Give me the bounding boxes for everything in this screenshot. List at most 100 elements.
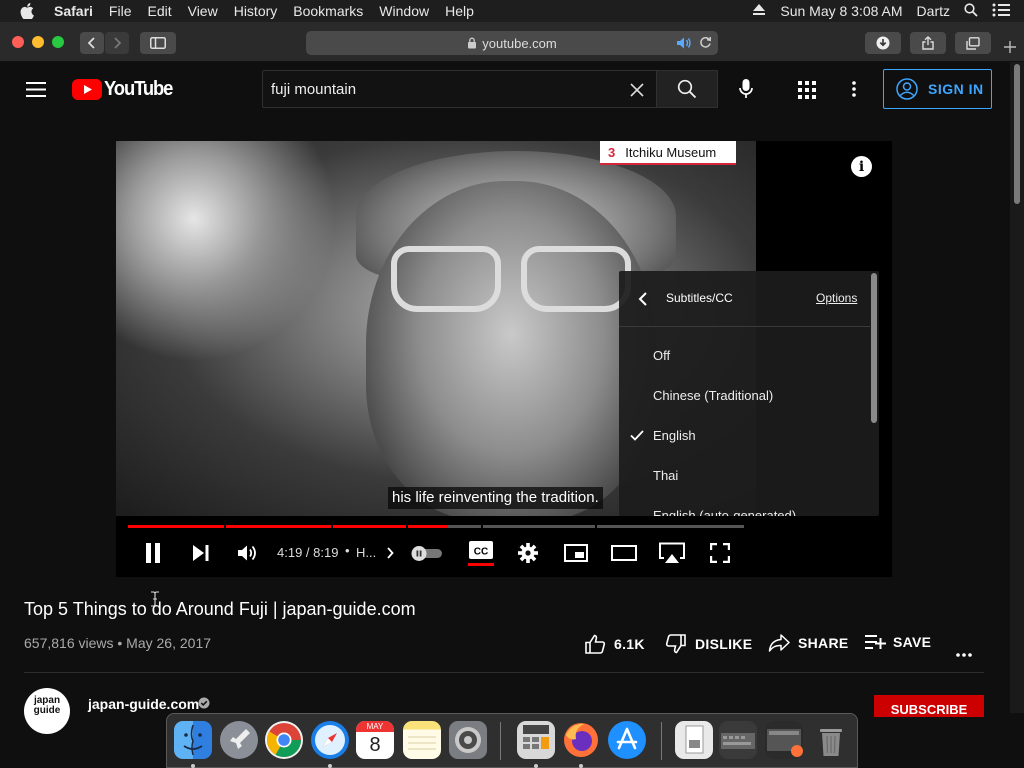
autoplay-toggle[interactable]	[410, 540, 444, 566]
chrome-icon[interactable]	[265, 721, 303, 759]
subtitle-option-english[interactable]: English	[619, 415, 870, 455]
channel-avatar[interactable]: japan guide	[24, 688, 70, 734]
airplay-button[interactable]	[658, 540, 686, 566]
chapter-chevron-button[interactable]	[384, 540, 396, 566]
menu-help[interactable]: Help	[445, 3, 474, 19]
notes-icon[interactable]	[403, 721, 441, 759]
next-video-button[interactable]	[190, 540, 212, 566]
youtube-header: YouTube fuji mountain SIGN IN	[0, 62, 1010, 118]
subtitle-option-label: Thai	[653, 467, 679, 483]
apps-grid-button[interactable]	[798, 81, 816, 104]
channel-name[interactable]: japan-guide.com	[88, 696, 199, 712]
share-button[interactable]: SHARE	[768, 634, 849, 652]
download-icon	[876, 36, 890, 50]
subtitle-option-off[interactable]: Off	[619, 335, 870, 375]
back-button[interactable]	[80, 32, 104, 54]
clear-search-icon[interactable]	[630, 83, 644, 97]
dock-divider	[661, 722, 662, 760]
new-tab-button[interactable]	[1003, 40, 1017, 59]
subtitle-option-thai[interactable]: Thai	[619, 455, 870, 495]
screenshot-thumbnail-2[interactable]	[765, 721, 803, 759]
notification-center-icon[interactable]	[992, 3, 1010, 20]
more-settings-button[interactable]	[852, 81, 856, 102]
launchpad-icon[interactable]	[220, 721, 258, 759]
search-input[interactable]: fuji mountain	[262, 70, 656, 108]
chapter-title[interactable]: H...	[356, 545, 376, 560]
subtitles-menu-scrollbar[interactable]	[871, 273, 877, 423]
subscribe-button[interactable]: SUBSCRIBE	[874, 695, 984, 717]
apple-icon[interactable]	[20, 0, 40, 22]
address-bar[interactable]: youtube.com	[306, 31, 718, 55]
video-progress-bar[interactable]	[128, 525, 744, 528]
sidebar-toggle-button[interactable]	[140, 32, 176, 54]
page-scrollbar-thumb[interactable]	[1014, 64, 1020, 204]
menubar-clock[interactable]: Sun May 8 3:08 AM	[780, 3, 902, 19]
finder-icon[interactable]	[174, 721, 212, 759]
dislike-button[interactable]: DISLIKE	[665, 634, 752, 654]
theater-mode-button[interactable]	[611, 540, 637, 566]
tab-overview-button[interactable]	[955, 32, 991, 54]
video-foliage	[116, 141, 376, 401]
sign-in-button[interactable]: SIGN IN	[883, 69, 992, 109]
menu-edit[interactable]: Edit	[147, 3, 171, 19]
fullscreen-icon	[710, 543, 730, 563]
fullscreen-button[interactable]	[708, 540, 732, 566]
menu-view[interactable]: View	[188, 3, 218, 19]
video-glasses-right	[521, 246, 631, 312]
menu-history[interactable]: History	[234, 3, 278, 19]
safari-icon[interactable]	[311, 721, 349, 759]
subtitle-option-english-auto[interactable]: English (auto-generated)	[619, 495, 870, 517]
subtitles-active-indicator	[468, 562, 494, 566]
chapter-separator: •	[345, 543, 350, 558]
system-preferences-icon[interactable]	[449, 721, 487, 759]
search-button[interactable]	[656, 70, 718, 108]
youtube-logo[interactable]: YouTube	[72, 78, 178, 101]
subtitles-menu: Subtitles/CC Options Off Chinese (Tradit…	[619, 271, 879, 516]
menu-bookmarks[interactable]: Bookmarks	[293, 3, 363, 19]
menu-app-name[interactable]: Safari	[54, 3, 93, 19]
document-stack-icon[interactable]	[675, 721, 713, 759]
calendar-icon[interactable]: MAY 8	[356, 721, 394, 759]
back-chevron-icon[interactable]	[638, 292, 648, 306]
app-store-icon[interactable]	[608, 721, 646, 759]
calculator-icon[interactable]	[517, 721, 555, 759]
spotlight-icon[interactable]	[964, 2, 978, 20]
subtitles-options-link[interactable]: Options	[816, 291, 857, 305]
subtitles-button[interactable]: CC	[467, 540, 495, 566]
mute-button[interactable]	[236, 540, 260, 566]
youtube-play-logo-icon	[72, 79, 102, 100]
voice-search-button[interactable]	[739, 79, 753, 104]
chapter-marker	[481, 525, 483, 528]
settings-button[interactable]	[517, 540, 539, 566]
dislike-label: DISLIKE	[695, 636, 753, 652]
reload-icon[interactable]	[699, 36, 712, 49]
audio-playing-icon[interactable]	[676, 36, 692, 50]
chapter-marker	[406, 525, 408, 528]
firefox-icon[interactable]	[562, 721, 600, 759]
info-icon[interactable]: i	[851, 156, 872, 177]
close-window-button[interactable]	[12, 36, 24, 48]
closed-captions-icon: CC	[469, 540, 493, 559]
minimize-window-button[interactable]	[32, 36, 44, 48]
save-button[interactable]: SAVE	[865, 634, 931, 650]
page-scrollbar[interactable]	[1010, 62, 1024, 713]
screenshot-thumbnail-1[interactable]	[719, 721, 757, 759]
subtitle-option-chinese-traditional[interactable]: Chinese (Traditional)	[619, 375, 870, 415]
menu-file[interactable]: File	[109, 3, 132, 19]
airplay-icon	[659, 542, 685, 563]
miniplayer-button[interactable]	[563, 540, 589, 566]
forward-button[interactable]	[105, 32, 129, 54]
share-label: SHARE	[798, 635, 849, 651]
trash-icon[interactable]	[812, 721, 850, 759]
menu-window[interactable]: Window	[379, 3, 429, 19]
macos-menubar: Safari File Edit View History Bookmarks …	[0, 0, 1024, 22]
downloads-button[interactable]	[865, 32, 901, 54]
pause-button[interactable]	[142, 540, 164, 566]
hamburger-menu-icon[interactable]	[26, 82, 46, 102]
like-button[interactable]: 6.1K	[584, 634, 645, 654]
share-page-button[interactable]	[910, 32, 946, 54]
eject-icon[interactable]	[752, 3, 766, 19]
zoom-window-button[interactable]	[52, 36, 64, 48]
menubar-user[interactable]: Dartz	[917, 3, 950, 19]
more-actions-button[interactable]	[956, 644, 972, 662]
